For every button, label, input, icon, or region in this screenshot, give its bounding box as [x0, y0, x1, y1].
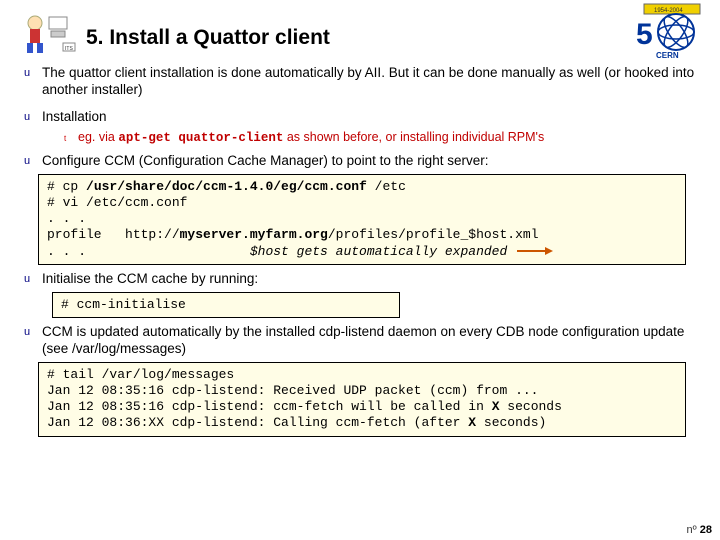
bullet-item: u Installation	[24, 109, 700, 126]
bullet-marker: u	[24, 65, 42, 81]
logo-left: ITS	[10, 4, 80, 59]
page-num: 28	[700, 524, 712, 536]
arrow-icon	[515, 245, 555, 257]
svg-text:ITS: ITS	[65, 46, 73, 52]
bullet-marker: u	[24, 153, 42, 169]
code-line: # tail /var/log/messages	[47, 367, 234, 382]
code-line: profile http://myserver.myfarm.org/profi…	[47, 227, 539, 242]
sub-bullet-marker: t	[64, 130, 78, 145]
bullet-marker: u	[24, 109, 42, 125]
sub-bullet-item: t eg. via apt-get quattor-client as show…	[64, 130, 700, 145]
code-line: # vi /etc/ccm.conf	[47, 195, 187, 210]
svg-text:CERN: CERN	[656, 51, 679, 60]
bullet-text: Installation	[42, 109, 700, 126]
code-block-ccm-conf: # cp /usr/share/doc/ccm-1.4.0/eg/ccm.con…	[38, 174, 686, 265]
code-block-init: # ccm-initialise	[52, 292, 400, 318]
bullet-item: u The quattor client installation is don…	[24, 65, 700, 99]
page-prefix: nº	[687, 524, 700, 536]
code-line: # ccm-initialise	[61, 297, 186, 312]
bullet-text: Configure CCM (Configuration Cache Manag…	[42, 153, 700, 170]
bullet-marker: u	[24, 271, 42, 287]
inline-note: $host gets automatically expanded	[250, 244, 507, 259]
code-line: Jan 12 08:35:16 cdp-listend: Received UD…	[47, 383, 538, 398]
code-block-tail: # tail /var/log/messages Jan 12 08:35:16…	[38, 362, 686, 437]
sub-text-suffix: as shown before, or installing individua…	[283, 130, 544, 144]
svg-text:1954-2004: 1954-2004	[654, 8, 683, 14]
bullet-text: Initialise the CCM cache by running:	[42, 271, 700, 288]
svg-text:5: 5	[636, 18, 653, 51]
bullet-text: The quattor client installation is done …	[42, 65, 700, 99]
bullet-text: CCM is updated automatically by the inst…	[42, 324, 700, 358]
cern-50-icon: 1954-2004 5 CERN	[632, 2, 712, 62]
slide-title: 5. Install a Quattor client	[86, 26, 330, 50]
page-number: nº 28	[687, 524, 712, 536]
code-line: # cp /usr/share/doc/ccm-1.4.0/eg/ccm.con…	[47, 179, 406, 194]
cartoon-icon: ITS	[13, 7, 77, 57]
code-line: . . . $host gets automatically expanded	[47, 244, 555, 259]
inline-code: apt-get quattor-client	[118, 131, 283, 145]
code-line: Jan 12 08:36:XX cdp-listend: Calling ccm…	[47, 415, 546, 430]
slide-body: u The quattor client installation is don…	[0, 59, 720, 437]
code-line: Jan 12 08:35:16 cdp-listend: ccm-fetch w…	[47, 399, 562, 414]
logo-right: 1954-2004 5 CERN	[632, 2, 712, 62]
bullet-item: u Initialise the CCM cache by running:	[24, 271, 700, 288]
sub-bullet-text: eg. via apt-get quattor-client as shown …	[78, 130, 544, 145]
slide-header: ITS 5. Install a Quattor client 1954-200…	[0, 0, 720, 59]
bullet-item: u CCM is updated automatically by the in…	[24, 324, 700, 358]
bullet-item: u Configure CCM (Configuration Cache Man…	[24, 153, 700, 170]
bullet-marker: u	[24, 324, 42, 340]
sub-text-prefix: eg. via	[78, 130, 118, 144]
code-line: . . .	[47, 211, 86, 226]
